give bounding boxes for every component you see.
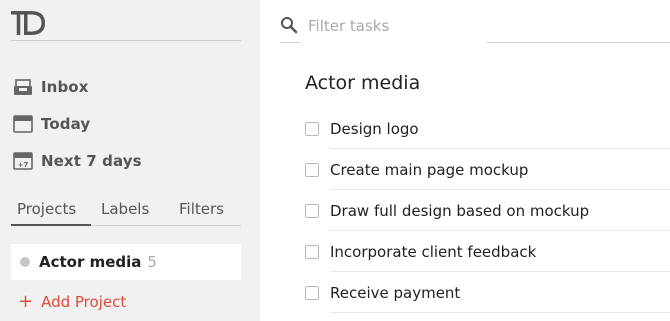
task-item: Incorporate client feedback — [305, 231, 670, 272]
task-checkbox[interactable] — [305, 121, 319, 136]
project-color-dot — [20, 257, 30, 267]
main-content: Actor media Design logo Create main page… — [260, 0, 670, 321]
todoist-logo[interactable] — [11, 10, 47, 36]
task-checkbox[interactable] — [305, 285, 319, 300]
tab-labels[interactable]: Labels — [101, 200, 149, 218]
task-label[interactable]: Design logo — [330, 120, 419, 138]
task-checkbox[interactable] — [305, 162, 319, 177]
task-item: Design logo — [305, 108, 670, 149]
active-tab-indicator — [11, 224, 91, 226]
nav-item-next-7-days[interactable]: +7 Next 7 days — [12, 149, 142, 173]
plus-icon: + — [18, 291, 34, 312]
task-item: Draw full design based on mockup — [305, 190, 670, 231]
tab-filters[interactable]: Filters — [179, 200, 224, 218]
nav-label-next-7-days: Next 7 days — [41, 152, 142, 170]
search-underline-left — [280, 42, 300, 43]
task-divider — [330, 312, 670, 313]
tab-projects[interactable]: Projects — [17, 200, 76, 218]
task-item: Create main page mockup — [305, 149, 670, 190]
page-title: Actor media — [305, 72, 421, 94]
task-checkbox[interactable] — [305, 244, 319, 259]
inbox-icon — [12, 76, 34, 98]
calendar-today-icon — [12, 113, 34, 135]
task-label[interactable]: Draw full design based on mockup — [330, 202, 589, 220]
nav-item-today[interactable]: Today — [12, 112, 90, 136]
task-label[interactable]: Receive payment — [330, 284, 460, 302]
task-list: Design logo Create main page mockup Draw… — [305, 108, 670, 313]
search-bar — [280, 14, 670, 43]
calendar-week-icon: +7 — [12, 150, 34, 172]
sidebar: Inbox Today +7 Next 7 days Projects Labe… — [0, 0, 260, 321]
logo-divider — [11, 40, 241, 41]
project-name: Actor media — [39, 253, 142, 271]
project-item-actor-media[interactable]: Actor media 5 — [11, 244, 241, 280]
task-label[interactable]: Incorporate client feedback — [330, 243, 536, 261]
add-project-button[interactable]: + Add Project — [18, 291, 126, 313]
filter-tasks-input[interactable] — [308, 14, 488, 38]
project-task-count: 5 — [147, 253, 157, 271]
nav-item-inbox[interactable]: Inbox — [12, 75, 88, 99]
task-checkbox[interactable] — [305, 203, 319, 218]
search-icon[interactable] — [280, 16, 298, 34]
nav-label-today: Today — [41, 115, 91, 133]
add-project-label: Add Project — [41, 293, 127, 311]
nav-label-inbox: Inbox — [41, 78, 89, 96]
task-label[interactable]: Create main page mockup — [330, 161, 528, 179]
task-item: Receive payment — [305, 272, 670, 313]
sidebar-tabs: Projects Labels Filters — [11, 198, 241, 226]
svg-text:+7: +7 — [18, 161, 29, 169]
search-underline-right — [487, 42, 670, 43]
